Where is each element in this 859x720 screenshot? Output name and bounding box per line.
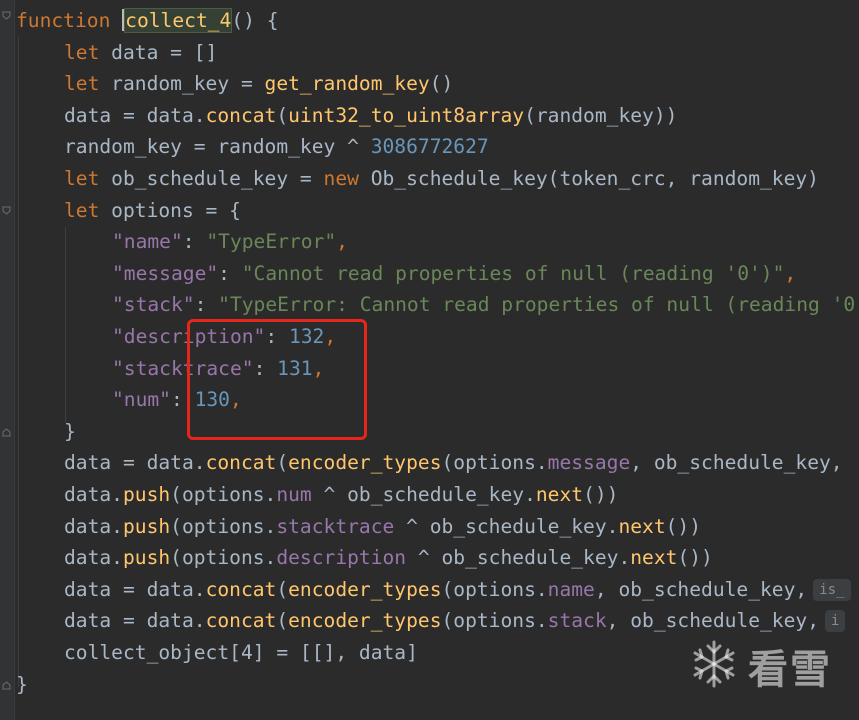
code-line[interactable]: let ob_schedule_key = new Ob_schedule_ke…: [64, 163, 819, 195]
code-line[interactable]: collect_object[4] = [[], data]: [64, 637, 418, 669]
watermark: 看雪: [688, 636, 848, 696]
text-cursor: [122, 9, 125, 31]
code-line[interactable]: data.push(options.description ^ ob_sched…: [64, 542, 713, 574]
parameter-hint: i: [825, 610, 846, 633]
fold-open-icon[interactable]: [2, 11, 11, 20]
code-line[interactable]: data = data.concat(uint32_to_uint8array(…: [64, 100, 677, 132]
code-line[interactable]: data = data.concat(encoder_types(options…: [64, 447, 843, 479]
indent-guide: [65, 227, 66, 422]
code-line[interactable]: random_key = random_key ^ 3086772627: [64, 131, 489, 163]
code-line[interactable]: let data = []: [64, 37, 217, 69]
code-line[interactable]: "message": "Cannot read properties of nu…: [112, 258, 796, 290]
code-editor[interactable]: function collect_4() { let data = [] let…: [0, 0, 859, 720]
code-line[interactable]: "stack": "TypeError: Cannot read propert…: [112, 289, 855, 321]
indent-guide: [18, 37, 19, 687]
code-line[interactable]: let random_key = get_random_key(): [64, 68, 453, 100]
parameter-hint: is_: [813, 578, 851, 601]
snowflake-icon: [688, 638, 740, 694]
code-line[interactable]: data.push(options.num ^ ob_schedule_key.…: [64, 479, 618, 511]
code-line[interactable]: "name": "TypeError",: [112, 226, 348, 258]
code-line[interactable]: data.push(options.stacktrace ^ ob_schedu…: [64, 511, 701, 543]
fold-close-icon[interactable]: [2, 428, 11, 437]
fold-open-icon[interactable]: [2, 206, 11, 215]
editor-gutter: [0, 0, 15, 720]
code-line[interactable]: data = data.concat(encoder_types(options…: [64, 574, 851, 606]
code-line[interactable]: let options = {: [64, 195, 241, 227]
fold-close-icon[interactable]: [2, 681, 11, 690]
watermark-text: 看雪: [748, 647, 832, 693]
code-line[interactable]: }: [16, 669, 28, 701]
code-line[interactable]: data = data.concat(encoder_types(options…: [64, 605, 846, 637]
red-highlight-box: [187, 319, 367, 440]
code-line[interactable]: function collect_4() {: [16, 5, 279, 37]
code-line[interactable]: }: [64, 416, 76, 448]
